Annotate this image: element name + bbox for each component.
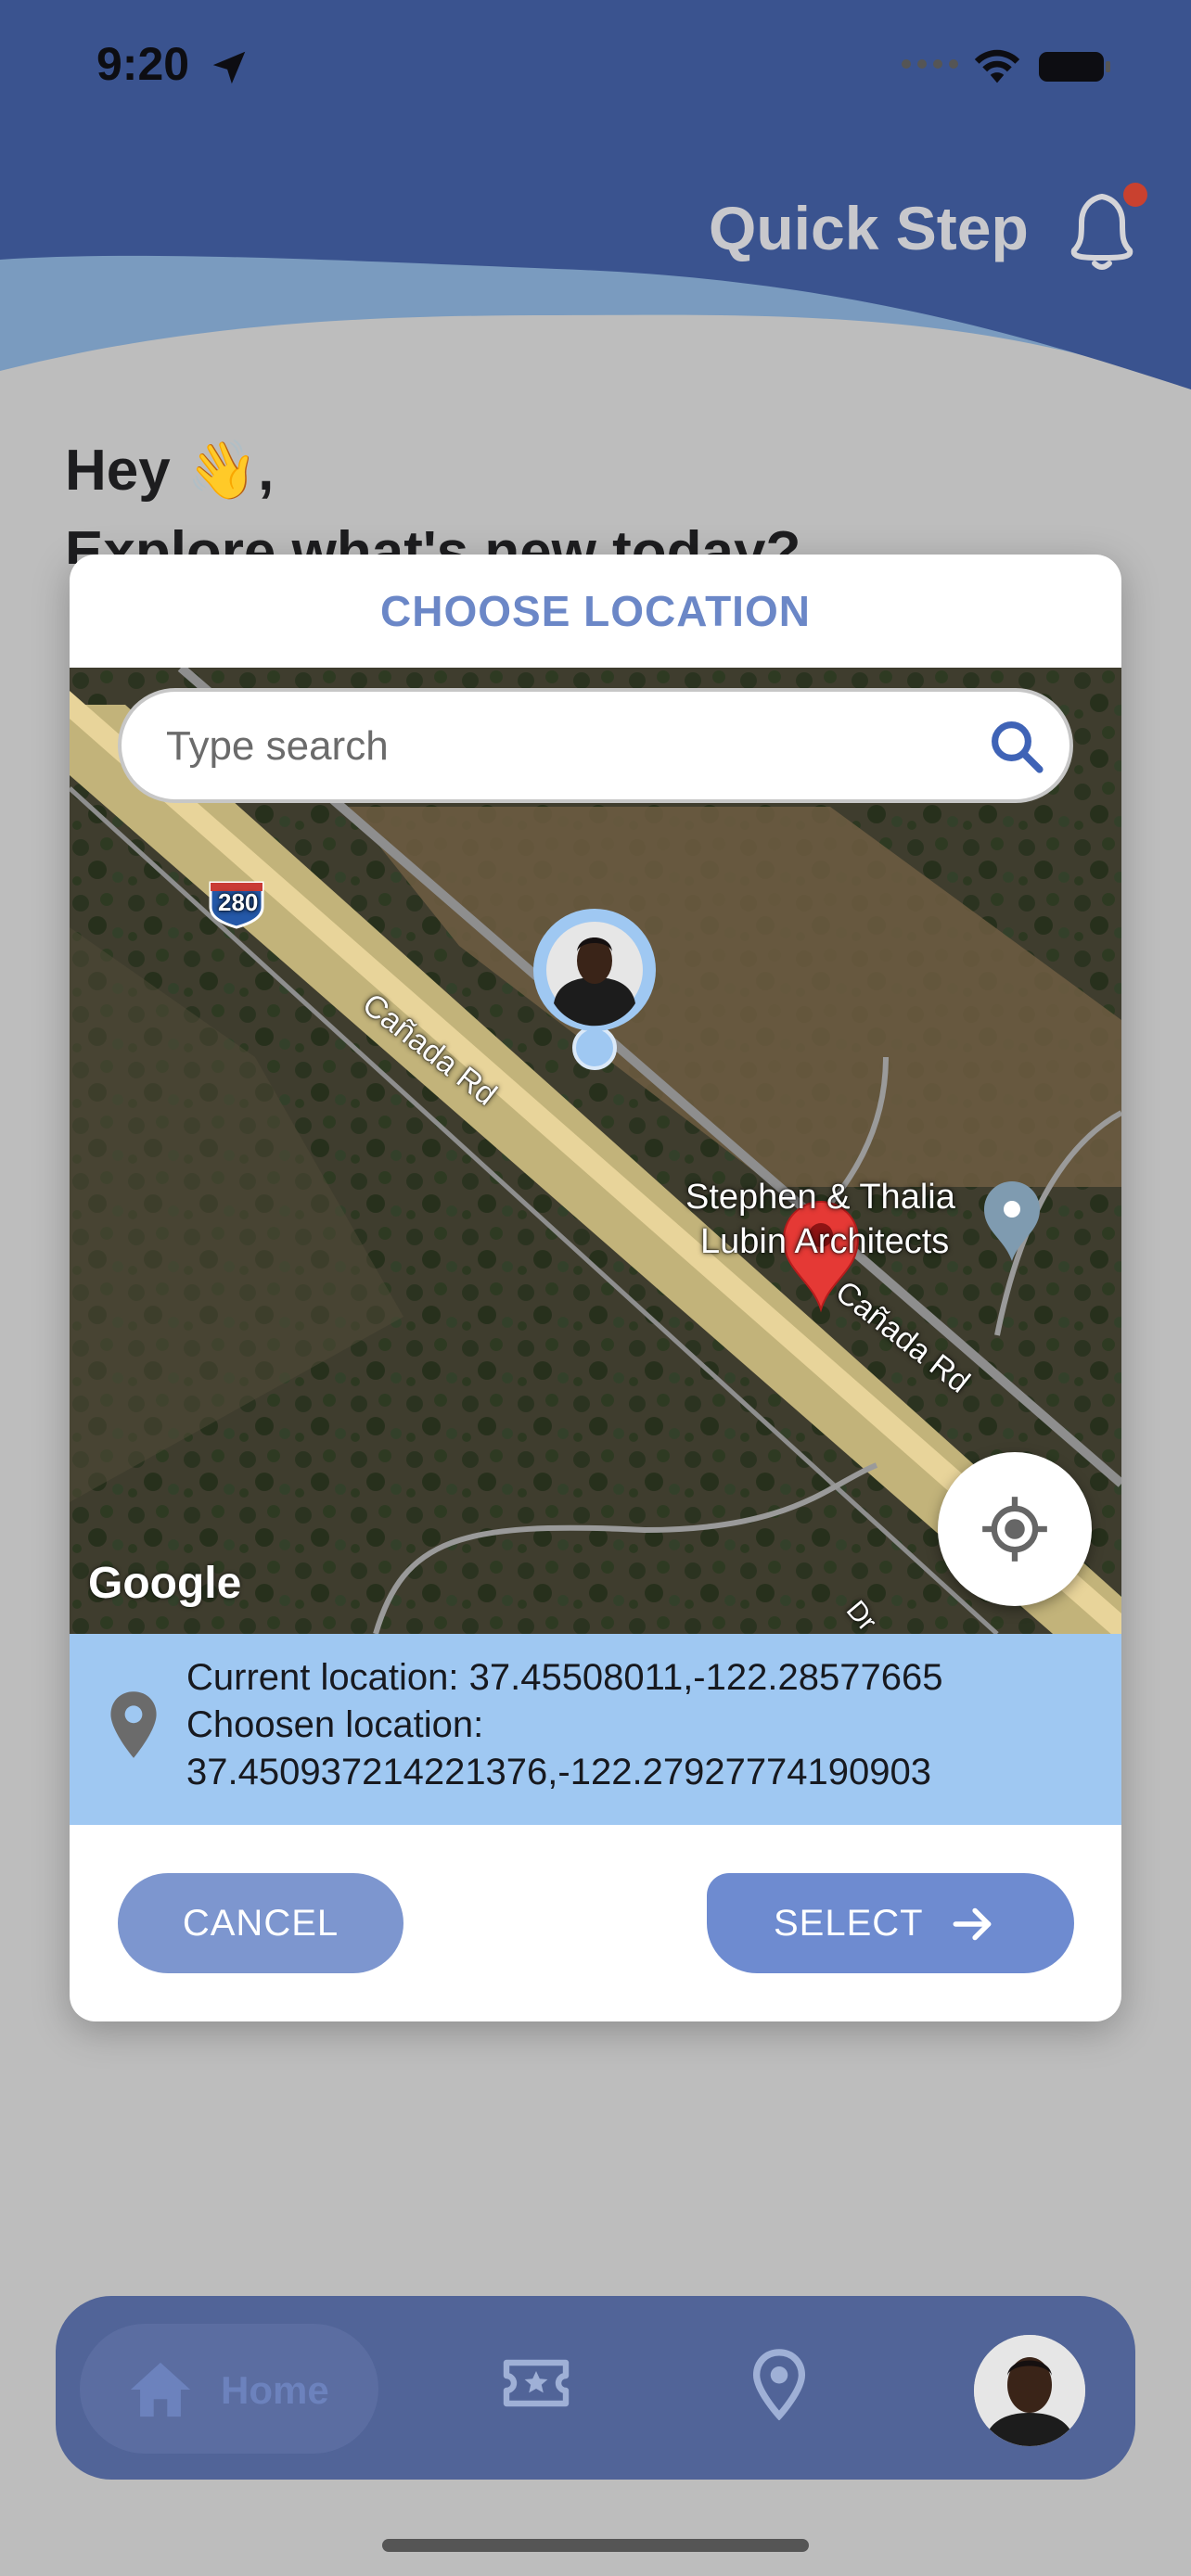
cancel-button[interactable]: CANCEL	[118, 1873, 403, 1973]
choose-location-dialog: CHOOSE LOCATION Cañada Rd 280 Stephen & …	[70, 555, 1121, 2021]
brand-title: Quick Step	[709, 194, 1029, 262]
interstate-label: 280	[218, 888, 259, 916]
home-indicator	[382, 2539, 809, 2552]
search-input[interactable]	[164, 712, 956, 781]
profile-avatar[interactable]	[974, 2335, 1085, 2446]
avatar-image	[974, 2335, 1085, 2446]
search-bar	[118, 688, 1073, 803]
home-icon	[130, 2362, 191, 2417]
nav-home-tab[interactable]: Home	[80, 2324, 378, 2454]
location-info-text: Current location: 37.45508011,-122.28577…	[186, 1654, 942, 1796]
chosen-location-label: Choosen location:	[186, 1704, 484, 1745]
map-poi-label: Lubin Architects	[700, 1222, 950, 1261]
app-header: 9:20 Quick Step	[0, 0, 1191, 389]
select-button-label: SELECT	[774, 1903, 924, 1944]
my-location-button[interactable]	[938, 1452, 1092, 1606]
bottom-nav: Home	[56, 2296, 1135, 2480]
dialog-title: CHOOSE LOCATION	[380, 587, 811, 635]
location-pin-icon[interactable]	[751, 2348, 807, 2420]
battery-icon	[1039, 52, 1110, 82]
location-pin-icon	[110, 1691, 157, 1758]
ticket-icon[interactable]	[501, 2353, 571, 2413]
location-arrow-icon	[212, 51, 246, 84]
signal-icon	[902, 59, 958, 69]
search-icon[interactable]	[986, 716, 1047, 777]
google-attribution: Google	[88, 1559, 242, 1608]
wifi-icon	[974, 49, 1020, 83]
current-location-text: Current location: 37.45508011,-122.28577…	[186, 1657, 943, 1698]
notification-bell-icon[interactable]	[1061, 182, 1150, 274]
map-poi-label: Stephen & Thalia	[685, 1178, 955, 1217]
arrow-right-icon	[953, 1907, 992, 1941]
notification-dot	[1123, 183, 1147, 207]
greeting-title: Hey 👋,	[65, 439, 275, 503]
crosshair-icon	[982, 1497, 1047, 1562]
status-time: 9:20	[96, 38, 190, 90]
select-button[interactable]: SELECT	[707, 1873, 1074, 1973]
map-view[interactable]: Cañada Rd 280 Stephen & Thalia Lubin Arc…	[70, 668, 1121, 1634]
location-info-panel: Current location: 37.45508011,-122.28577…	[70, 1634, 1121, 1825]
chosen-location-value: 37.450937214221376,-122.27927774190903	[186, 1752, 932, 1792]
nav-home-label: Home	[221, 2368, 329, 2412]
